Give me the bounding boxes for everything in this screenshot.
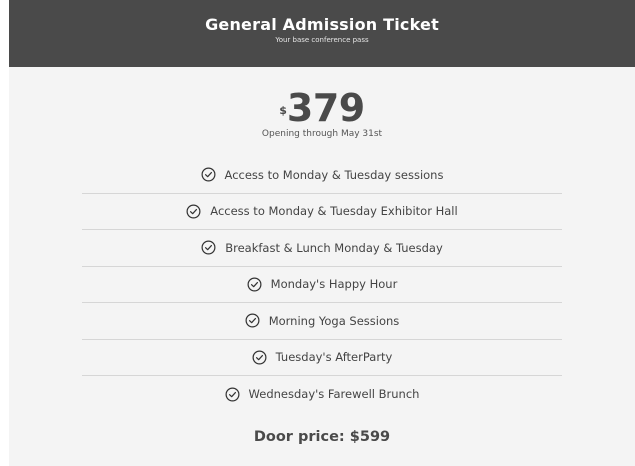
ticket-header: General Admission Ticket Your base confe…	[9, 0, 635, 67]
check-circle-icon	[186, 204, 201, 219]
feature-label: Breakfast & Lunch Monday & Tuesday	[225, 240, 443, 255]
check-circle-icon	[252, 350, 267, 365]
feature-item: Access to Monday & Tuesday sessions	[82, 157, 562, 194]
feature-item: Monday's Happy Hour	[82, 267, 562, 303]
feature-item: Breakfast & Lunch Monday & Tuesday	[82, 230, 562, 267]
check-circle-icon	[245, 313, 260, 328]
door-price: Door price: $599	[253, 428, 391, 445]
feature-label: Access to Monday & Tuesday Exhibitor Hal…	[210, 204, 458, 219]
feature-item: Tuesday's AfterParty	[82, 340, 562, 376]
price-block: $379 Opening through May 31st	[9, 67, 635, 157]
feature-label: Access to Monday & Tuesday sessions	[224, 167, 444, 182]
ticket-card: General Admission Ticket Your base confe…	[9, 0, 635, 466]
check-circle-icon	[201, 167, 216, 182]
feature-list: Access to Monday & Tuesday sessions Acce…	[82, 157, 562, 413]
feature-item: Wednesday's Farewell Brunch	[82, 376, 562, 413]
feature-label: Morning Yoga Sessions	[268, 313, 400, 328]
price: $379	[9, 89, 635, 127]
price-amount: 379	[286, 86, 365, 130]
ticket-title: General Admission Ticket	[205, 15, 439, 34]
price-note: Opening through May 31st	[261, 129, 383, 139]
check-circle-icon	[247, 277, 262, 292]
feature-label: Monday's Happy Hour	[270, 277, 398, 292]
check-circle-icon	[201, 240, 216, 255]
ticket-subtitle: Your base conference pass	[275, 36, 369, 44]
feature-label: Tuesday's AfterParty	[275, 350, 393, 365]
feature-item: Access to Monday & Tuesday Exhibitor Hal…	[82, 194, 562, 230]
check-circle-icon	[225, 387, 240, 402]
feature-label: Wednesday's Farewell Brunch	[248, 387, 420, 402]
feature-item: Morning Yoga Sessions	[82, 303, 562, 340]
price-currency: $	[279, 104, 287, 117]
